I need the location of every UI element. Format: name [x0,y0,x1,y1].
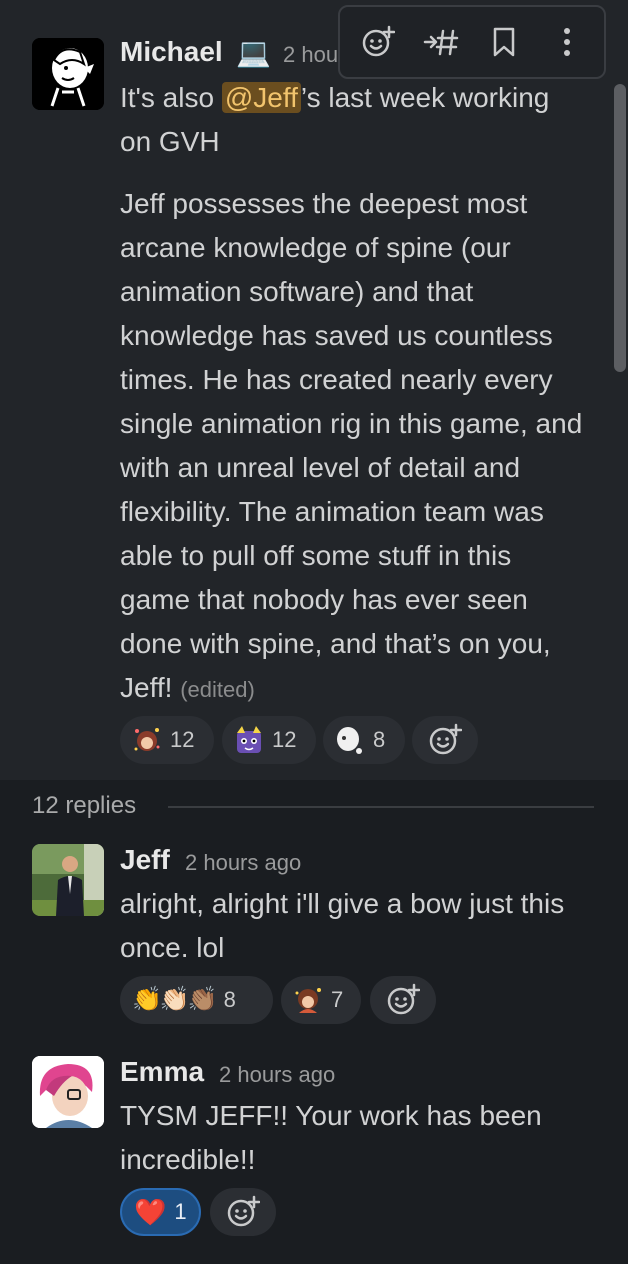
scrollbar-thumb[interactable] [614,84,626,372]
message-line: with an unreal level of detail and [120,452,521,483]
reply-message: alright, alright i'll give a bow just th… [120,882,614,970]
clap-emoji-icon: 👏👏🏻👏🏽 [132,986,218,1013]
replies-count-label: 12 replies [32,792,137,819]
heart-emoji-icon: ❤️ [134,1197,167,1227]
add-reaction-icon [227,1195,260,1227]
message-line: animation software) and that [120,276,474,307]
avatar-illustration-icon [32,1056,104,1128]
add-reaction-icon [387,983,420,1015]
reaction-count: 8 [373,727,386,752]
ghost-blob-emoji-icon [337,727,362,754]
reaction-purple-cat[interactable]: 12 [222,716,316,764]
reaction-count: 8 [223,987,236,1012]
bookmark-icon [493,27,514,57]
message-line: game that nobody has ever seen [120,584,528,615]
add-reaction-button[interactable] [370,976,436,1024]
author-name[interactable]: Jeff [120,844,170,876]
message-text: ’s last week working [300,82,550,113]
message-text: on GVH [120,126,220,157]
status-emoji-laptop-icon: 💻 [236,37,271,68]
bookmark-button[interactable] [479,17,529,67]
reaction-girl-sparkle[interactable]: 12 [120,716,214,764]
message-line: Jeff! [120,672,173,703]
message-line: arcane knowledge of spine (our [120,232,511,263]
message-actions-toolbar [338,5,606,79]
avatar-emma[interactable] [32,1056,104,1128]
replies-divider [168,806,594,808]
reaction-count: 1 [174,1199,187,1224]
parent-message: Michael 💻 2 hou It's also @Jeff’s last w… [0,0,628,780]
message-first-lines: It's also @Jeff’s last week working on G… [120,76,610,164]
message-line: times. He has created nearly every [120,364,553,395]
reaction-count: 7 [331,987,344,1012]
timestamp[interactable]: 2 hours ago [185,850,301,876]
add-reaction-toolbar-button[interactable] [353,17,403,67]
message-line: single animation rig in this game, and [120,408,583,439]
girl-sparkle-emoji-icon [134,728,160,751]
timestamp[interactable]: 2 hou [283,42,338,68]
mention-jeff[interactable]: @Jeff [221,82,301,113]
purple-cat-emoji-icon [237,726,261,753]
timestamp[interactable]: 2 hours ago [219,1062,335,1088]
add-reaction-button[interactable] [412,716,478,764]
reply-message: TYSM JEFF!! Your work has been incredibl… [120,1094,614,1182]
reaction-clap[interactable]: 👏👏🏻👏🏽 8 [120,976,273,1024]
message-line: Jeff possesses the deepest most [120,188,528,219]
message-text: It's also [120,82,222,113]
reaction-ghost-blob[interactable]: 8 [323,716,405,764]
reaction-count: 12 [170,727,195,752]
message-line: able to pull off some stuff in this [120,540,512,571]
message-line: incredible!! [120,1144,256,1175]
author-name[interactable]: Emma [120,1056,204,1088]
message-body: Jeff possesses the deepest most arcane k… [120,182,614,712]
add-reaction-button[interactable] [210,1188,276,1236]
avatar-jeff[interactable] [32,844,104,916]
edited-label: (edited) [180,677,255,702]
author-name[interactable]: Michael [120,36,223,68]
message-line: done with spine, and that’s on you, [120,628,551,659]
add-reaction-icon [429,723,462,755]
message-line: once. lol [120,932,225,963]
avatar-michael[interactable] [32,38,104,110]
message-line: flexibility. The animation team was [120,496,544,527]
avatar-drawing-icon [32,38,104,110]
reaction-heart[interactable]: ❤️ 1 [120,1188,201,1236]
bow-girl-emoji-icon [295,988,321,1013]
add-reaction-icon [362,25,395,57]
reaction-count: 12 [272,727,297,752]
reaction-bow-girl[interactable]: 7 [281,976,361,1024]
more-actions-icon [563,28,570,56]
message-line: alright, alright i'll give a bow just th… [120,888,565,919]
message-line: TYSM JEFF!! Your work has been [120,1100,542,1131]
more-actions-button[interactable] [542,17,592,67]
message-line: knowledge has saved us countless [120,320,553,351]
avatar-photo-icon [32,844,104,916]
forward-to-channel-icon [423,29,458,56]
forward-to-channel-button[interactable] [416,17,466,67]
